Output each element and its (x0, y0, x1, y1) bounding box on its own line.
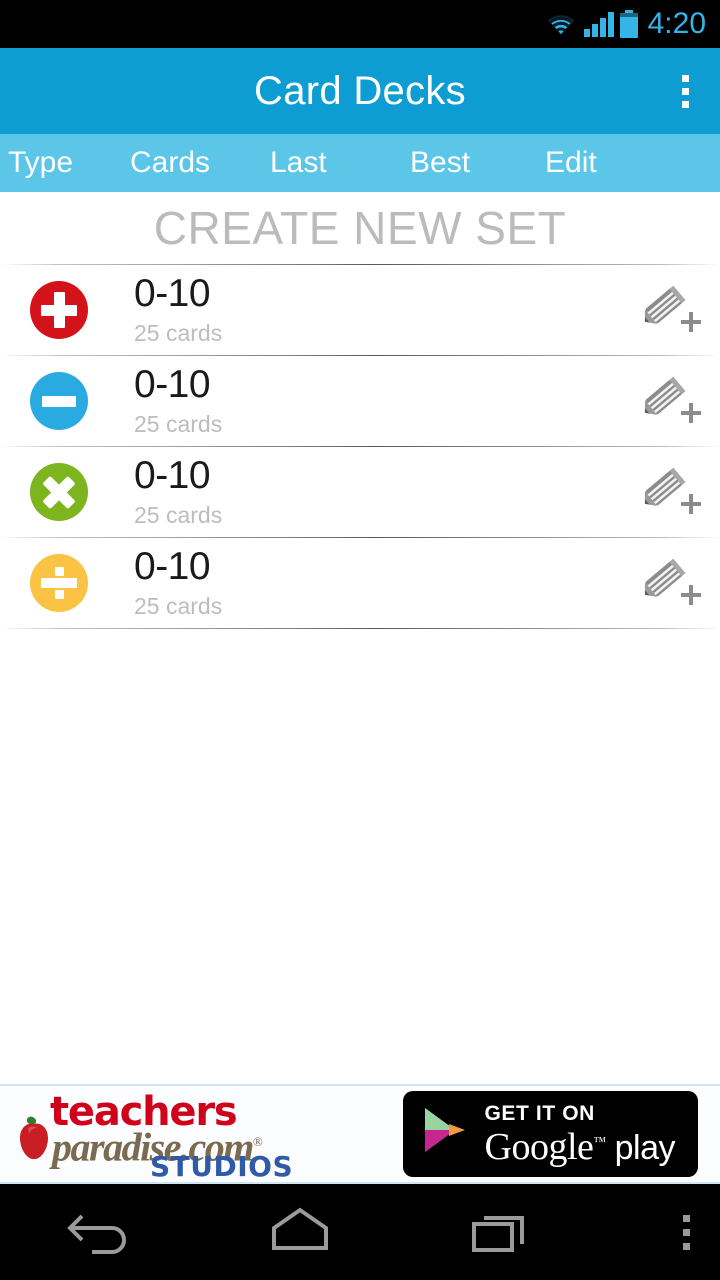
deck-info-cell: 0-10 25 cards (118, 272, 350, 348)
deck-info-cell: 0-10 25 cards (118, 363, 350, 439)
deck-type-cell (0, 281, 118, 339)
deck-edit-button[interactable] (620, 371, 720, 431)
table-row[interactable]: 0-10 25 cards (0, 356, 720, 446)
deck-type-cell (0, 554, 118, 612)
status-bar-icons (544, 10, 638, 38)
system-navigation-bar (0, 1184, 720, 1280)
pencil-add-icon (637, 371, 703, 431)
back-arrow-icon (64, 1204, 136, 1261)
overflow-menu-icon (681, 100, 689, 108)
nav-recents-button[interactable] (400, 1204, 600, 1261)
deck-title: 0-10 (134, 545, 211, 588)
deck-card-count: 25 cards (134, 320, 223, 346)
create-new-set-label: CREATE NEW SET (153, 202, 567, 254)
app-bar: Card Decks (0, 48, 720, 134)
overflow-menu-icon (683, 1228, 690, 1236)
overflow-menu-icon (683, 1214, 690, 1222)
ad-cta[interactable]: GET IT ON Google™ play (380, 1091, 720, 1177)
column-header-edit[interactable]: Edit (545, 146, 675, 180)
nav-home-button[interactable] (200, 1204, 400, 1261)
deck-title: 0-10 (134, 363, 211, 406)
deck-card-count: 25 cards (134, 411, 223, 437)
status-bar-clock: 4:20 (647, 7, 706, 40)
pencil-add-icon (637, 462, 703, 522)
recents-icon (464, 1204, 536, 1261)
pencil-add-icon (637, 280, 703, 340)
deck-type-cell (0, 372, 118, 430)
overflow-menu-icon (681, 87, 689, 95)
list-divider (0, 628, 720, 629)
table-row[interactable]: 0-10 25 cards (0, 265, 720, 355)
ad-banner[interactable]: teachers paradise.com® STUDIOS GET IT ON… (0, 1084, 720, 1184)
deck-info-cell: 0-10 25 cards (118, 545, 350, 621)
column-header-row: Type Cards Last Best Edit (0, 134, 720, 192)
cellular-signal-icon (583, 11, 614, 37)
column-header-last[interactable]: Last (270, 146, 410, 180)
advertiser-logo[interactable]: teachers paradise.com® STUDIOS (0, 1086, 380, 1182)
deck-card-count: 25 cards (134, 593, 223, 619)
deck-title: 0-10 (134, 272, 211, 315)
overflow-menu-button[interactable] (650, 48, 720, 134)
wifi-icon (544, 11, 578, 37)
google-play-badge[interactable]: GET IT ON Google™ play (402, 1091, 698, 1177)
deck-card-count: 25 cards (134, 502, 223, 528)
nav-back-button[interactable] (0, 1204, 200, 1261)
deck-title: 0-10 (134, 454, 211, 497)
deck-edit-button[interactable] (620, 553, 720, 613)
column-header-cards[interactable]: Cards (130, 146, 270, 180)
pencil-add-icon (637, 553, 703, 613)
multiply-circle-icon (30, 463, 88, 521)
nav-overflow-button[interactable] (683, 1184, 690, 1280)
column-header-type[interactable]: Type (0, 146, 130, 180)
deck-edit-button[interactable] (620, 462, 720, 522)
column-header-best[interactable]: Best (410, 146, 545, 180)
deck-list: CREATE NEW SET 0-10 25 cards 0-10 25 car… (0, 192, 720, 1084)
table-row[interactable]: 0-10 25 cards (0, 447, 720, 537)
deck-type-cell (0, 463, 118, 521)
advertiser-name-line3: STUDIOS (150, 1150, 294, 1183)
home-icon (264, 1204, 336, 1261)
plus-circle-icon (30, 281, 88, 339)
deck-edit-button[interactable] (620, 280, 720, 340)
create-new-set-button[interactable]: CREATE NEW SET (0, 192, 720, 264)
table-row[interactable]: 0-10 25 cards (0, 538, 720, 628)
google-play-triangle-icon (421, 1106, 469, 1163)
badge-caption: GET IT ON (484, 1101, 595, 1125)
badge-brand: Google™ play (484, 1125, 676, 1168)
overflow-menu-icon (681, 74, 689, 82)
minus-circle-icon (30, 372, 88, 430)
phone-screen: 4:20 Card Decks Type Cards Last Best Edi… (0, 0, 720, 1280)
overflow-menu-icon (683, 1242, 690, 1250)
empty-list-area (0, 629, 720, 1049)
page-title: Card Decks (254, 68, 466, 113)
status-bar: 4:20 (0, 0, 720, 48)
deck-info-cell: 0-10 25 cards (118, 454, 350, 530)
battery-icon (619, 10, 638, 38)
divide-circle-icon (30, 554, 88, 612)
